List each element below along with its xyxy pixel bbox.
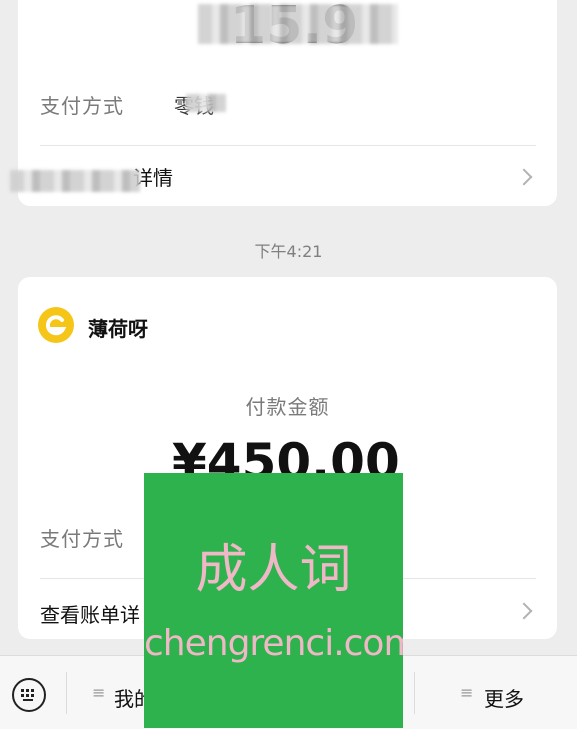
- watermark-overlay: 成人词 chengrenci.com: [144, 473, 403, 728]
- watermark-line1: 成人词: [195, 540, 352, 600]
- privacy-blur-method: [186, 94, 226, 112]
- menu-list-icon: ≡: [460, 683, 474, 702]
- chevron-right-icon: [515, 168, 533, 186]
- menu-separator: [66, 672, 67, 714]
- bill-detail-label: 查看账单详: [40, 603, 140, 627]
- privacy-blur-detail: [10, 170, 140, 192]
- menu-item-label: 更多: [484, 687, 524, 711]
- merchant-logo-icon: [38, 307, 74, 343]
- message-timestamp: 下午4:21: [254, 242, 323, 261]
- privacy-blur-amount: [198, 4, 398, 44]
- keyboard-toggle-button[interactable]: [12, 678, 46, 712]
- menu-separator: [414, 672, 415, 714]
- pay-method-label: 支付方式: [40, 94, 124, 118]
- merchant-name: 薄荷呀: [88, 317, 148, 341]
- watermark-line2: chengrenci.com: [144, 623, 403, 664]
- pay-method-label: 支付方式: [40, 527, 124, 551]
- chevron-right-icon: [515, 602, 533, 620]
- menu-item-more[interactable]: ≡ 更多: [420, 656, 577, 729]
- payment-title: 付款金额: [245, 395, 330, 419]
- menu-list-icon: ≡: [92, 683, 106, 702]
- keyboard-icon: [21, 689, 34, 701]
